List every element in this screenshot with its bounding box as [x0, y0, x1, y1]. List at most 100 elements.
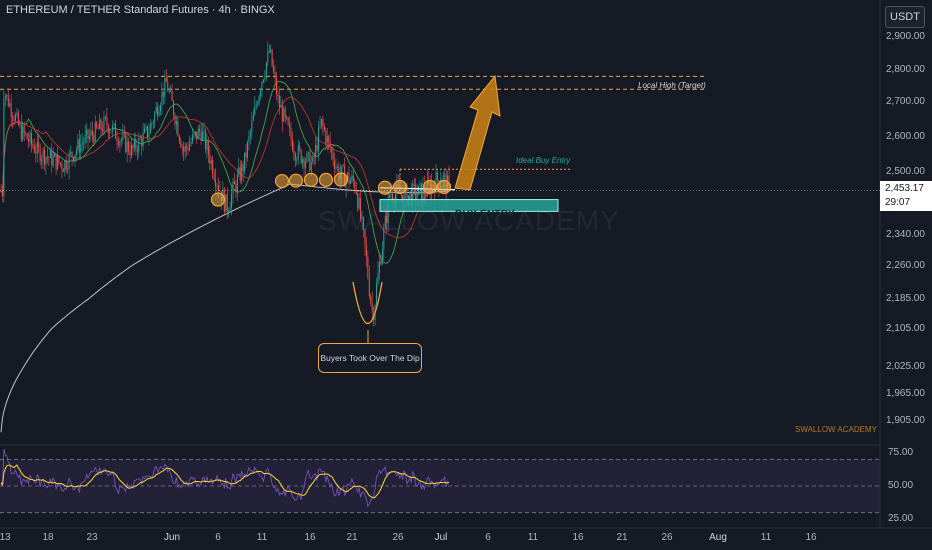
- candle-body: [55, 153, 57, 170]
- price-tick-label: 2,105.00: [886, 323, 925, 334]
- candle-body: [200, 131, 202, 141]
- candle-body: [251, 120, 253, 132]
- brand-text: SWALLOW ACADEMY: [795, 425, 877, 434]
- candle-body: [255, 105, 257, 106]
- candle-body: [19, 123, 21, 125]
- candle-body: [39, 146, 41, 162]
- candle-body: [38, 141, 40, 147]
- candle-body: [180, 140, 182, 148]
- candle-body: [144, 128, 146, 133]
- candle-body: [389, 195, 391, 198]
- candle-body: [9, 103, 11, 106]
- candle-body: [122, 133, 124, 140]
- candle-body: [78, 139, 80, 153]
- candle-body: [49, 150, 51, 158]
- candle-body: [152, 122, 154, 124]
- candle-body: [368, 276, 370, 297]
- candle-body: [145, 126, 147, 129]
- candle-body: [135, 139, 137, 150]
- price-tick-label: 1,965.00: [886, 388, 925, 399]
- touch-marker: [422, 179, 438, 195]
- candle-body: [178, 135, 180, 141]
- candle-body: [28, 139, 30, 142]
- candle-body: [239, 167, 241, 181]
- candle-body: [119, 140, 121, 146]
- candle-body: [151, 123, 153, 125]
- candle-body: [44, 149, 45, 165]
- candle-body: [280, 105, 282, 108]
- candle-body: [326, 136, 328, 144]
- last-price-value: 2,453.17: [885, 183, 924, 194]
- candle-body: [173, 100, 175, 116]
- candle-body: [104, 116, 106, 118]
- candle-body: [252, 115, 254, 121]
- candle-body: [102, 129, 103, 132]
- candle-body: [116, 138, 118, 142]
- candle-body: [87, 129, 89, 139]
- candle-body: [290, 127, 292, 140]
- price-tick-label: 2,340.00: [886, 229, 925, 240]
- candle-body: [22, 125, 24, 140]
- candle-body: [300, 149, 302, 163]
- candle-body: [162, 91, 164, 97]
- candle-body: [293, 150, 295, 154]
- candle-body: [270, 49, 272, 52]
- candle-body: [181, 147, 183, 148]
- candle-body: [174, 115, 176, 125]
- candle-body: [97, 127, 99, 130]
- candle-body: [342, 165, 344, 167]
- candle-body: [418, 185, 420, 195]
- price-tick-label: 2,800.00: [886, 64, 925, 75]
- candle-body: [209, 154, 211, 164]
- time-tick-label: 16: [805, 532, 817, 543]
- candle-body: [80, 143, 82, 153]
- candle-body: [45, 156, 47, 165]
- time-tick-label: 21: [346, 532, 358, 543]
- candle-body: [52, 156, 54, 166]
- candle-body: [29, 133, 31, 142]
- candle-body: [48, 157, 50, 159]
- candle-body: [58, 155, 60, 163]
- touch-marker: [333, 172, 349, 187]
- time-tick-label: 13: [0, 532, 11, 543]
- candle-body: [320, 118, 322, 126]
- candle-body: [328, 136, 330, 141]
- candle-body: [349, 180, 351, 184]
- candle-body: [110, 131, 112, 133]
- candle-body: [231, 193, 233, 208]
- candle-body: [30, 133, 32, 144]
- candle-body: [415, 185, 417, 200]
- candle-body: [109, 131, 111, 134]
- candle-body: [377, 272, 379, 285]
- candle-body: [103, 116, 105, 132]
- candle-body: [305, 161, 306, 168]
- candle-body: [117, 141, 119, 146]
- currency-button[interactable]: USDT: [885, 6, 925, 28]
- candle-body: [204, 130, 206, 150]
- price-chart[interactable]: [0, 0, 932, 550]
- dip-curve: [352, 281, 383, 325]
- candle-body: [312, 156, 314, 163]
- candle-body: [65, 160, 67, 169]
- candle-body: [91, 130, 93, 136]
- candle-body: [125, 134, 127, 153]
- candle-body: [74, 154, 76, 161]
- time-tick-label: 26: [392, 532, 404, 543]
- candle-body: [287, 118, 289, 125]
- candle-body: [264, 75, 266, 80]
- candle-body: [83, 142, 85, 144]
- candle-body: [189, 144, 190, 151]
- time-tick-label: 11: [256, 532, 268, 543]
- candle-body: [325, 130, 327, 144]
- candle-body: [112, 125, 114, 132]
- candle-body: [142, 132, 144, 147]
- candle-body: [289, 124, 291, 128]
- candle-body: [336, 166, 338, 168]
- candle-body: [302, 158, 304, 163]
- candle-body: [93, 135, 95, 142]
- candle-body: [229, 207, 231, 211]
- candle-body: [206, 140, 208, 150]
- candle-body: [271, 49, 273, 67]
- dip-callout: Buyers Took Over The Dip: [318, 343, 422, 373]
- candle-body: [365, 245, 367, 257]
